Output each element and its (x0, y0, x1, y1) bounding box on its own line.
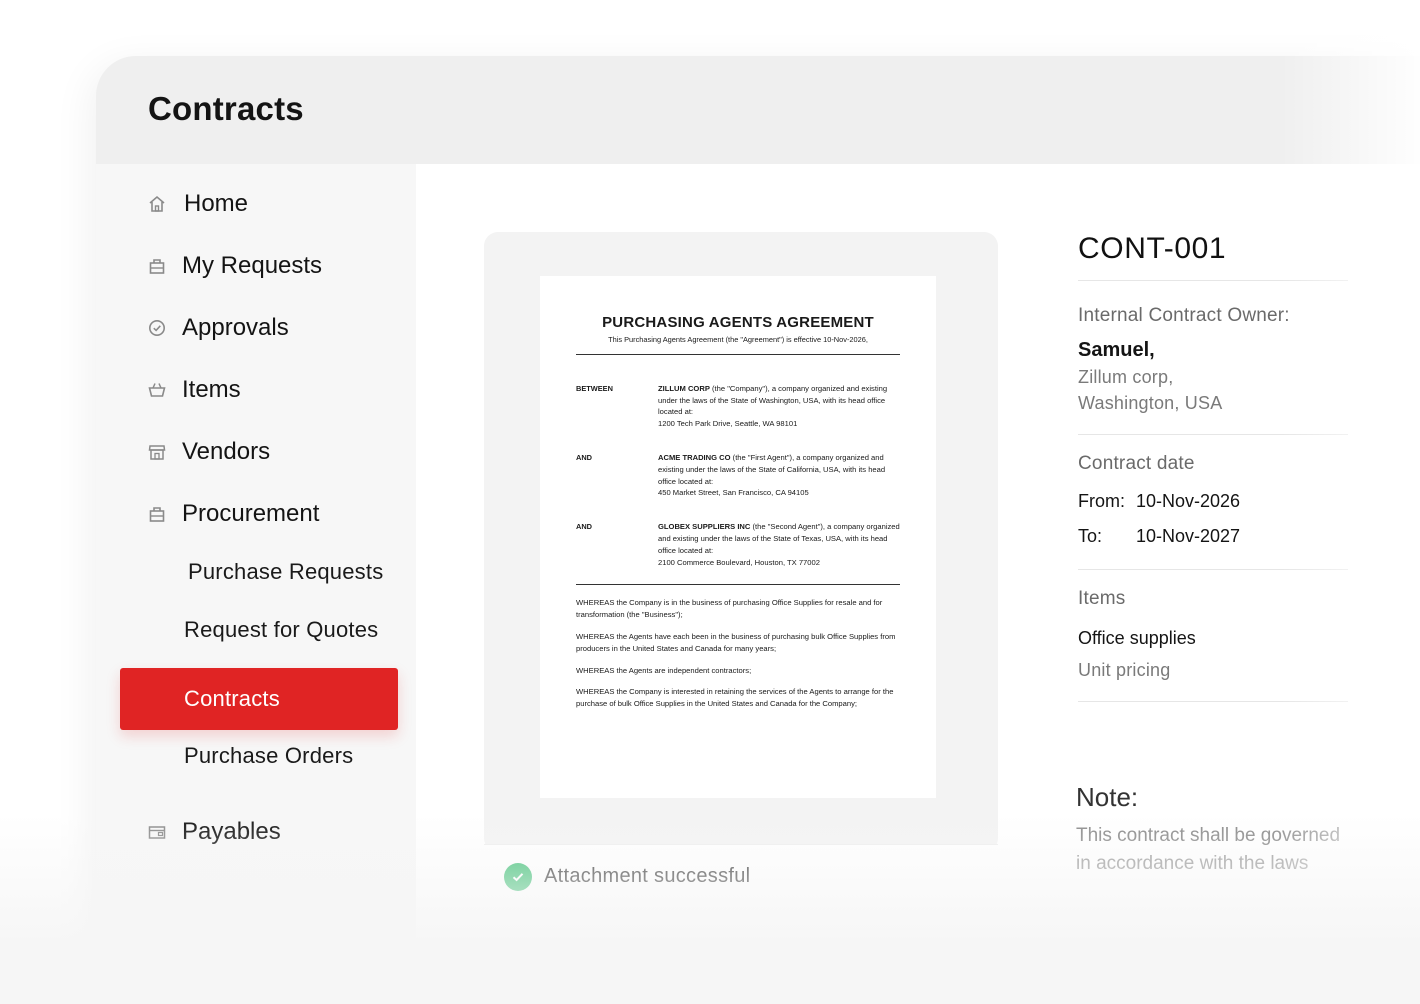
divider (1078, 434, 1348, 435)
sidebar-subitem-label: Request for Quotes (184, 617, 379, 642)
recitals: WHEREAS the Company is in the business o… (576, 597, 900, 710)
contract-id: CONT-001 (1078, 232, 1227, 265)
wallet-icon (148, 823, 166, 841)
recital: WHEREAS the Agents have each been in the… (576, 631, 896, 653)
sidebar-item-label: Items (182, 376, 241, 403)
items-label: Items (1078, 588, 1126, 609)
party-name: GLOBEX SUPPLIERS INC (658, 522, 751, 532)
sidebar-subitem-label: Contracts (184, 686, 280, 711)
sidebar-item-label: Approvals (182, 314, 289, 341)
note-text-line-2: in accordance with the laws (1076, 853, 1309, 874)
title-bar: Contracts (96, 56, 1420, 164)
contract-details-panel: CONT-001 Internal Contract Owner: Samuel… (1076, 232, 1378, 875)
sidebar-item-vendors[interactable]: Vendors (96, 430, 414, 474)
party-list: BETWEEN ZILLUM CORP (the "Company"), a c… (576, 383, 900, 569)
date-from-value: 10-Nov-2026 (1136, 491, 1241, 511)
sidebar-item-items[interactable]: Items (96, 368, 414, 412)
main-content: PURCHASING AGENTS AGREEMENT This Purchas… (416, 164, 1420, 956)
party-name: ZILLUM CORP (658, 383, 710, 393)
document-subtitle: This Purchasing Agents Agreement (the "A… (608, 335, 868, 344)
date-to-row: To: 10-Nov-2027 (1078, 526, 1378, 547)
sidebar-item-label: Vendors (182, 438, 271, 465)
party-tag: AND (576, 452, 593, 462)
party-address: 2100 Commerce Boulevard, Houston, TX 770… (658, 557, 820, 567)
owner-label: Internal Contract Owner: (1078, 305, 1290, 326)
sidebar-item-my-requests[interactable]: My Requests (96, 244, 414, 288)
sidebar-item-approvals[interactable]: Approvals (96, 306, 414, 350)
party-entry: BETWEEN ZILLUM CORP (the "Company"), a c… (576, 383, 900, 430)
owner-location: Washington, USA (1078, 393, 1223, 413)
sidebar-item-home[interactable]: Home (96, 182, 414, 226)
store-icon (148, 443, 166, 461)
party-tag: BETWEEN (576, 383, 613, 393)
date-from-label: From: (1078, 491, 1125, 511)
recital: WHEREAS the Company is interested in ret… (576, 687, 894, 709)
party-entry: AND ACME TRADING CO (the "First Agent"),… (576, 452, 900, 499)
recital: WHEREAS the Agents are independent contr… (576, 665, 752, 675)
document-title: PURCHASING AGENTS AGREEMENT (602, 314, 874, 331)
divider (1078, 701, 1348, 702)
party-address: 1200 Tech Park Drive, Seattle, WA 98101 (658, 419, 798, 429)
basket-icon (148, 381, 166, 399)
party-address: 450 Market Street, San Francisco, CA 941… (658, 488, 809, 498)
item-name: Office supplies (1078, 628, 1196, 648)
document-page[interactable]: PURCHASING AGENTS AGREEMENT This Purchas… (540, 276, 936, 798)
bag-icon (148, 257, 166, 275)
sidebar-item-payables[interactable]: Payables (96, 810, 414, 854)
note-text-line-1: This contract shall be governed (1076, 825, 1341, 846)
party-description: GLOBEX SUPPLIERS INC (the "Second Agent"… (658, 521, 900, 568)
party-description: ACME TRADING CO (the "First Agent"), a c… (658, 452, 900, 499)
divider (576, 353, 900, 355)
divider (1078, 569, 1348, 570)
divider (576, 584, 900, 586)
party-name: ACME TRADING CO (658, 452, 731, 462)
sidebar-item-label: Home (184, 190, 249, 217)
sidebar: Home My Requests Approvals Items Vendors… (96, 164, 414, 956)
bag-icon (148, 505, 166, 523)
attachment-status-bar: Attachment successful (484, 844, 998, 908)
sidebar-item-label: Payables (182, 818, 281, 845)
contract-date-label: Contract date (1078, 453, 1195, 474)
party-description: ZILLUM CORP (the "Company"), a company o… (658, 383, 900, 430)
owner-name: Samuel, (1078, 339, 1155, 361)
home-icon (148, 195, 166, 213)
app-window: Contracts Home My Requests Approvals Ite… (96, 56, 1420, 956)
date-to-label: To: (1078, 526, 1103, 546)
date-to-value: 10-Nov-2027 (1136, 526, 1241, 546)
party-entry: AND GLOBEX SUPPLIERS INC (the "Second Ag… (576, 521, 900, 568)
date-from-row: From: 10-Nov-2026 (1078, 491, 1378, 512)
sidebar-subitem-contracts[interactable]: Contracts (120, 668, 398, 730)
recital: WHEREAS the Company is in the business o… (576, 598, 883, 620)
sidebar-subitem-label: Purchase Requests (188, 559, 384, 584)
party-tag: AND (576, 522, 593, 532)
owner-company: Zillum corp, (1078, 367, 1174, 387)
sidebar-item-procurement[interactable]: Procurement (96, 492, 414, 536)
note-label: Note: (1076, 782, 1139, 812)
check-circle-icon (148, 319, 166, 337)
attachment-status-text: Attachment successful (544, 865, 751, 887)
sidebar-item-label: Procurement (182, 500, 320, 527)
item-pricing: Unit pricing (1078, 660, 1171, 680)
document-preview-card: PURCHASING AGENTS AGREEMENT This Purchas… (484, 232, 998, 852)
sidebar-subitem-label: Purchase Orders (184, 743, 354, 768)
sidebar-item-label: My Requests (182, 252, 323, 279)
page-title: Contracts (148, 90, 304, 127)
divider (1078, 280, 1348, 281)
success-check-icon (504, 862, 532, 891)
